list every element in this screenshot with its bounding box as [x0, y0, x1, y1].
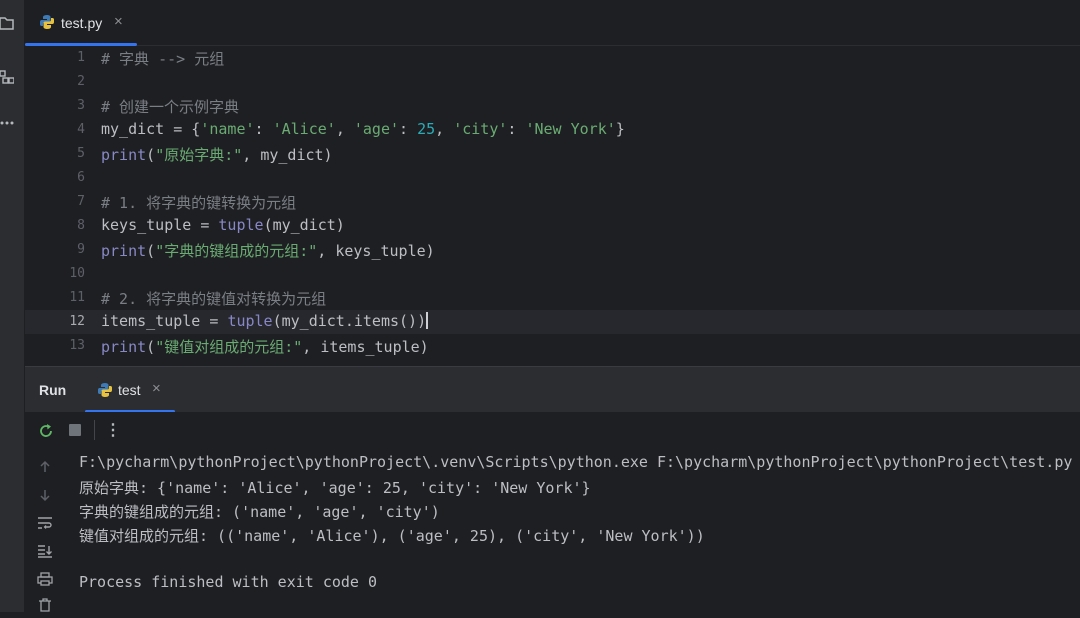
- code-text: items_tuple =: [101, 312, 228, 330]
- stop-icon[interactable]: [69, 424, 81, 436]
- scroll-to-end-icon[interactable]: [35, 544, 55, 564]
- console-output-line: Process finished with exit code 0: [79, 573, 378, 591]
- console-side-toolbar: [25, 448, 65, 612]
- code-string: 'Alice': [272, 120, 336, 138]
- print-icon[interactable]: [35, 572, 55, 592]
- python-file-icon: [40, 15, 54, 29]
- code-comment: # 字典 --> 元组: [101, 50, 225, 68]
- code-comment: # 创建一个示例字典: [101, 98, 240, 116]
- code-text: my_dict = {: [101, 120, 201, 138]
- line-number: 3: [77, 98, 85, 113]
- code-builtin: print: [101, 338, 147, 356]
- run-panel-header: Run test ×: [25, 366, 1080, 413]
- trash-icon[interactable]: [35, 598, 55, 618]
- line-number: 13: [69, 338, 85, 353]
- more-icon[interactable]: [0, 112, 24, 134]
- tab-label: test.py: [61, 15, 103, 31]
- code-text: (my_dict.items()): [272, 312, 427, 330]
- code-text: :: [399, 120, 418, 138]
- code-text: ,: [435, 120, 454, 138]
- code-comment: # 2. 将字典的键值对转换为元组: [101, 290, 327, 308]
- code-text: ,: [335, 120, 354, 138]
- code-line: 11 # 2. 将字典的键值对转换为元组: [25, 286, 1080, 310]
- console-output-line: 原始字典: {'name': 'Alice', 'age': 25, 'city…: [79, 479, 591, 497]
- editor-tab-bar: test.py ×: [25, 0, 1080, 46]
- code-text: , my_dict): [242, 146, 333, 164]
- code-line: 9 print("字典的键组成的元组:", keys_tuple): [25, 238, 1080, 262]
- console-output-line: F:\pycharm\pythonProject\pythonProject\.…: [79, 453, 1073, 471]
- line-number: 5: [77, 146, 85, 161]
- run-toolbar: ⋮: [25, 412, 1080, 448]
- code-string: 'New York': [525, 120, 616, 138]
- run-tab-test[interactable]: test ×: [85, 367, 175, 413]
- close-icon[interactable]: ×: [152, 380, 161, 397]
- code-line: 1 # 字典 --> 元组: [25, 46, 1080, 70]
- code-string: 'age': [353, 120, 400, 138]
- arrow-down-icon[interactable]: [35, 488, 55, 508]
- console-output-line: 键值对组成的元组: (('name', 'Alice'), ('age', 25…: [79, 527, 705, 545]
- line-number: 4: [77, 122, 85, 137]
- code-text: }: [615, 120, 625, 138]
- code-string: 'city': [453, 120, 508, 138]
- code-text: (: [146, 146, 156, 164]
- code-text: keys_tuple =: [101, 216, 219, 234]
- soft-wrap-icon[interactable]: [35, 516, 55, 536]
- code-text: , keys_tuple): [317, 242, 435, 260]
- code-comment: # 1. 将字典的键转换为元组: [101, 194, 297, 212]
- line-number: 9: [77, 242, 85, 257]
- code-string: "字典的键组成的元组:": [155, 242, 318, 260]
- code-builtin: print: [101, 146, 147, 164]
- python-file-icon: [98, 383, 112, 397]
- structure-icon[interactable]: [0, 68, 24, 90]
- code-line: 10: [25, 262, 1080, 286]
- left-tool-strip: [0, 0, 25, 612]
- code-text: , items_tuple): [302, 338, 429, 356]
- code-number: 25: [417, 120, 436, 138]
- line-number: 2: [77, 74, 85, 89]
- code-text: (: [146, 338, 156, 356]
- code-line: 2: [25, 70, 1080, 94]
- code-builtin: print: [101, 242, 147, 260]
- run-panel-title: Run: [39, 382, 67, 398]
- run-tab-label: test: [118, 382, 141, 398]
- code-line: 3 # 创建一个示例字典: [25, 94, 1080, 118]
- code-string: "原始字典:": [155, 146, 243, 164]
- line-number: 11: [69, 290, 85, 305]
- console-output-line: 字典的键组成的元组: ('name', 'age', 'city'): [79, 503, 440, 521]
- code-line-current: 12 items_tuple = tuple(my_dict.items()): [25, 310, 1080, 334]
- code-line: 5 print("原始字典:", my_dict): [25, 142, 1080, 166]
- arrow-up-icon[interactable]: [35, 460, 55, 480]
- code-text: :: [254, 120, 273, 138]
- line-number: 12: [69, 314, 85, 329]
- code-line: 4 my_dict = {'name': 'Alice', 'age': 25,…: [25, 118, 1080, 142]
- rerun-icon[interactable]: [37, 422, 55, 440]
- code-text: (: [146, 242, 156, 260]
- line-number: 1: [77, 50, 85, 65]
- line-number: 6: [77, 170, 85, 185]
- code-editor[interactable]: 1 # 字典 --> 元组 2 3 # 创建一个示例字典 4 my_dict =…: [25, 46, 1080, 366]
- code-builtin: tuple: [218, 216, 264, 234]
- code-line: 7 # 1. 将字典的键转换为元组: [25, 190, 1080, 214]
- run-console[interactable]: F:\pycharm\pythonProject\pythonProject\.…: [25, 448, 1080, 612]
- tab-test-py[interactable]: test.py ×: [25, 0, 137, 46]
- code-builtin: tuple: [227, 312, 273, 330]
- text-cursor: [426, 312, 429, 329]
- code-line: 13 print("键值对组成的元组:", items_tuple): [25, 334, 1080, 358]
- line-number: 8: [77, 218, 85, 233]
- toolbar-divider: [94, 420, 95, 440]
- code-line: 8 keys_tuple = tuple(my_dict): [25, 214, 1080, 238]
- code-text: :: [507, 120, 526, 138]
- code-text: (my_dict): [263, 216, 345, 234]
- folder-icon[interactable]: [0, 12, 24, 34]
- close-icon[interactable]: ×: [114, 13, 123, 30]
- code-line: 6: [25, 166, 1080, 190]
- line-number: 10: [69, 266, 85, 281]
- more-icon[interactable]: ⋮: [105, 420, 121, 440]
- line-number: 7: [77, 194, 85, 209]
- code-string: 'name': [200, 120, 255, 138]
- code-string: "键值对组成的元组:": [155, 338, 303, 356]
